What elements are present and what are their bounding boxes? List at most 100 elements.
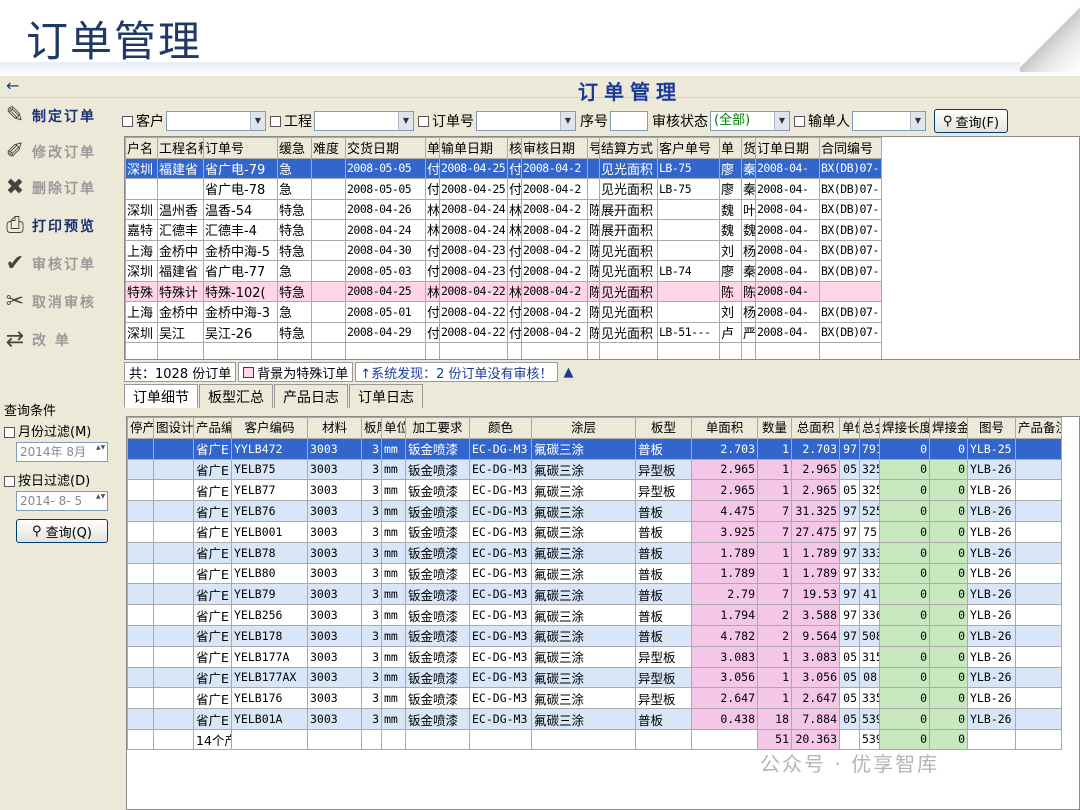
table-row[interactable]: 特殊 特殊计 特殊-102(特急 2008-04-25 林 2008-04-22 林 2008…	[125, 280, 882, 302]
table-cell: mm	[381, 666, 406, 689]
day-filter-spinner[interactable]: 2014- 8- 5	[16, 491, 108, 511]
toolbar-query-button[interactable]: ⚲ 查询(F)	[934, 109, 1008, 133]
orders-column-header[interactable]: 审核日期	[521, 137, 588, 159]
details-column-header[interactable]: 焊接金额	[929, 417, 968, 439]
table-row[interactable]: 省广E YELB176 3003 3 mm 钣金喷漆 EC-DG-M3 氟碳三涂 异型板 2.64…	[127, 687, 1062, 710]
details-column-header[interactable]: 颜色	[469, 417, 532, 439]
details-column-header[interactable]: 总金额	[859, 417, 880, 439]
details-column-header[interactable]: 停产	[127, 417, 154, 439]
details-column-header[interactable]: 图设计人	[153, 417, 194, 439]
table-row[interactable]: 嘉特 汇德丰 汇德丰-4 特急 2008-04-24 林 2008-04-24 林 2008-0…	[125, 219, 882, 241]
sidebar-item-1[interactable]: ✐ 修改订单	[0, 136, 120, 168]
orders-column-header[interactable]: 货	[741, 137, 756, 159]
table-cell	[127, 520, 154, 543]
table-cell: 普板	[635, 437, 692, 460]
table-row[interactable]: 深圳 福建省 省广电-77 急 2008-05-03 付 2008-04-23 付 2008-0…	[125, 260, 882, 282]
table-cell: 3	[361, 458, 382, 481]
details-column-header[interactable]: 客户编码	[231, 417, 308, 439]
table-row[interactable]: 深圳 吴江 吴江-26 特急 2008-04-29 付 2008-04-22 付 2008-04…	[125, 321, 882, 343]
details-column-header[interactable]: 产品备注	[1015, 417, 1062, 439]
seq-input[interactable]	[610, 111, 648, 131]
table-cell: YELB001	[231, 520, 308, 543]
table-row[interactable]: 省广E YELB79 3003 3 mm 钣金喷漆 EC-DG-M3 氟碳三涂 普板 2.79 7 1…	[127, 583, 1062, 606]
table-cell: 特殊	[125, 280, 158, 302]
table-row[interactable]: 省广E YELB001 3003 3 mm 钣金喷漆 EC-DG-M3 氟碳三涂 普板 3.925…	[127, 520, 1062, 543]
orders-column-header[interactable]: 号	[587, 137, 600, 159]
orders-column-header[interactable]: 核	[507, 137, 522, 159]
order-no-combo[interactable]: ▼	[476, 111, 576, 131]
sidebar-item-5[interactable]: ✂ 取消审核	[0, 286, 120, 318]
table-cell: 金桥中	[157, 239, 204, 261]
arrow-up-icon[interactable]: ▲	[560, 362, 578, 382]
details-column-header[interactable]: 单面积	[691, 417, 758, 439]
orders-column-header[interactable]: 订单日期	[755, 137, 820, 159]
table-row[interactable]: 省广E YELB75 3003 3 mm 钣金喷漆 EC-DG-M3 氟碳三涂 异型板 2.965…	[127, 458, 1062, 481]
tab-2[interactable]: 产品日志	[274, 384, 348, 408]
details-column-header[interactable]: 总面积	[791, 417, 840, 439]
details-column-header[interactable]: 板型	[635, 417, 692, 439]
details-column-header[interactable]: 材料	[307, 417, 362, 439]
orders-column-header[interactable]: 结算方式	[599, 137, 658, 159]
project-checkbox[interactable]	[270, 115, 281, 127]
month-filter-spinner[interactable]: 2014年 8月	[16, 442, 108, 462]
table-row[interactable]: 省广E YELB78 3003 3 mm 钣金喷漆 EC-DG-M3 氟碳三涂 普板 1.789 1…	[127, 541, 1062, 564]
order-no-checkbox[interactable]	[418, 115, 429, 127]
orders-column-header[interactable]: 合同编号	[819, 137, 882, 159]
tab-1[interactable]: 板型汇总	[199, 384, 273, 408]
project-combo[interactable]: ▼	[314, 111, 414, 131]
orders-column-header[interactable]: 订单号	[203, 137, 278, 159]
sidebar-item-2[interactable]: ✖ 删除订单	[0, 172, 120, 204]
table-cell: EC-DG-M3	[469, 458, 532, 481]
table-row[interactable]: 省广电-78 急 2008-05-05 付 2008-04-25 付 2008-04-2 见光…	[125, 178, 882, 200]
details-column-header[interactable]: 板厚	[361, 417, 382, 439]
entry-person-combo[interactable]: ▼	[852, 111, 926, 131]
table-row[interactable]: 深圳 温州香 温香-54 特急 2008-04-26 林 2008-04-24 林 2008-0…	[125, 198, 882, 220]
details-column-header[interactable]: 焊接长度	[879, 417, 930, 439]
tab-3[interactable]: 订单日志	[349, 384, 423, 408]
table-row[interactable]: 省广E YYLB472 3003 3 mm 钣金喷漆 EC-DG-M3 氟碳三涂 普板 2.703…	[127, 437, 1062, 460]
sidebar-item-6[interactable]: ⇄ 改 单	[0, 324, 120, 356]
month-filter-checkbox[interactable]	[4, 427, 15, 438]
orders-column-header[interactable]: 输单日期	[439, 137, 508, 159]
orders-column-header[interactable]: 客户单号	[657, 137, 720, 159]
orders-column-header[interactable]: 难度	[311, 137, 346, 159]
details-column-header[interactable]: 产品编码	[193, 417, 232, 439]
table-row[interactable]: 省广E YELB177A 3003 3 mm 钣金喷漆 EC-DG-M3 氟碳三涂 异型板 3.0…	[127, 645, 1062, 668]
orders-column-header[interactable]: 单	[425, 137, 440, 159]
orders-column-header[interactable]: 户名	[125, 137, 158, 159]
orders-column-header[interactable]: 工程名称	[157, 137, 204, 159]
sidebar-item-0[interactable]: ✎ 制定订单	[0, 100, 120, 132]
table-cell: 省广E	[193, 687, 232, 710]
table-row[interactable]: 省广E YELB178 3003 3 mm 钣金喷漆 EC-DG-M3 氟碳三涂 普板 4.782…	[127, 624, 1062, 647]
sidebar-query-button[interactable]: ⚲ 查询(Q)	[16, 519, 108, 543]
table-row[interactable]: 上海 金桥中 金桥中海-3 急 2008-05-01 付 2008-04-22 付 2008-0…	[125, 301, 882, 323]
orders-column-header[interactable]: 缓急	[277, 137, 312, 159]
table-row[interactable]: 省广E YELB80 3003 3 mm 钣金喷漆 EC-DG-M3 氟碳三涂 普板 1.789 1…	[127, 562, 1062, 585]
details-column-header[interactable]: 加工要求	[405, 417, 470, 439]
customer-combo[interactable]: ▼	[166, 111, 266, 131]
details-column-header[interactable]: 涂层	[531, 417, 636, 439]
audit-alert[interactable]: ↑系统发现：2 份订单没有审核！	[355, 362, 558, 382]
details-column-header[interactable]: 数量	[757, 417, 792, 439]
table-row[interactable]: 省广E YELB177AX 3003 3 mm 钣金喷漆 EC-DG-M3 氟碳三涂 异型板 3.…	[127, 666, 1062, 689]
table-cell: YELB256	[231, 604, 308, 626]
entry-person-checkbox[interactable]	[794, 115, 805, 127]
customer-checkbox[interactable]	[122, 115, 133, 127]
table-cell: 陈	[587, 198, 600, 220]
table-row[interactable]: 省广E YELB77 3003 3 mm 钣金喷漆 EC-DG-M3 氟碳三涂 异型板 2.965…	[127, 479, 1062, 502]
day-filter-checkbox[interactable]	[4, 476, 15, 487]
audit-status-combo[interactable]: (全部) ▼	[710, 111, 790, 131]
table-row[interactable]: 省广E YELB76 3003 3 mm 钣金喷漆 EC-DG-M3 氟碳三涂 普板 4.475 7…	[127, 500, 1062, 522]
orders-column-header[interactable]: 单	[719, 137, 742, 159]
orders-column-header[interactable]: 交货日期	[345, 137, 426, 159]
table-row[interactable]: 深圳 福建省 省广电-79 急 2008-05-05 付 2008-04-25 付 2008-0…	[125, 157, 882, 179]
tab-0[interactable]: 订单细节	[124, 384, 198, 408]
table-row[interactable]: 上海 金桥中 金桥中海-5 特急 2008-04-30 付 2008-04-23 付 2008-…	[125, 239, 882, 261]
details-column-header[interactable]: 单价(元	[839, 417, 860, 439]
table-row[interactable]: 省广E YELB01A 3003 3 mm 钣金喷漆 EC-DG-M3 氟碳三涂 普板 0.438…	[127, 708, 1062, 730]
details-column-header[interactable]: 图号	[967, 417, 1016, 439]
details-column-header[interactable]: 单位	[381, 417, 406, 439]
sidebar-item-4[interactable]: ✔ 审核订单	[0, 248, 120, 280]
table-row[interactable]: 省广E YELB256 3003 3 mm 钣金喷漆 EC-DG-M3 氟碳三涂 普板 1.794…	[127, 604, 1062, 626]
sidebar-item-3[interactable]: ⎙ 打印预览	[0, 210, 120, 242]
